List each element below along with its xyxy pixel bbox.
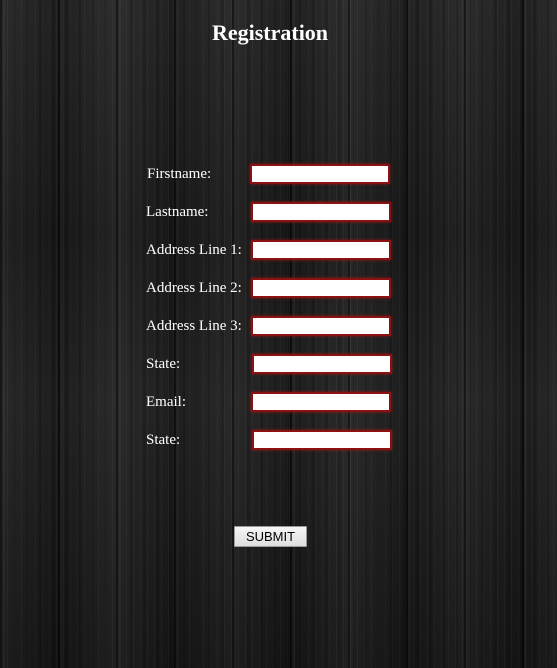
firstname-input[interactable] — [250, 164, 390, 184]
lastname-label: Lastname: — [146, 204, 209, 220]
state-input[interactable] — [252, 354, 392, 374]
state-2-label: State: — [146, 432, 181, 448]
email-label: Email: — [146, 394, 186, 410]
address-line-2-label: Address Line 2: — [146, 280, 242, 296]
form-row-lastname: Lastname: — [146, 202, 406, 226]
lastname-input[interactable] — [251, 202, 391, 222]
state-2-input[interactable] — [252, 430, 392, 450]
address-line-1-label: Address Line 1: — [146, 242, 242, 258]
address-line-3-input[interactable] — [251, 316, 391, 336]
address-line-2-input[interactable] — [251, 278, 391, 298]
form-row-address-line-3: Address Line 3: — [146, 316, 406, 340]
email-input[interactable] — [251, 392, 391, 412]
firstname-label: Firstname: — [147, 166, 212, 182]
submit-button[interactable]: SUBMIT — [234, 526, 307, 547]
form-row-address-line-1: Address Line 1: — [146, 240, 406, 264]
state-label: State: — [146, 356, 181, 372]
form-row-address-line-2: Address Line 2: — [146, 278, 406, 302]
address-line-3-label: Address Line 3: — [146, 318, 242, 334]
form-row-email: Email: — [146, 392, 406, 416]
page-title: Registration — [211, 20, 329, 45]
form-row-firstname: Firstname: — [146, 164, 406, 188]
registration-page: { "page": { "title": "Registration", "ba… — [0, 0, 557, 668]
form-row-state: State: — [146, 354, 406, 378]
address-line-1-input[interactable] — [251, 240, 391, 260]
form-row-state-2: State: — [146, 430, 406, 454]
